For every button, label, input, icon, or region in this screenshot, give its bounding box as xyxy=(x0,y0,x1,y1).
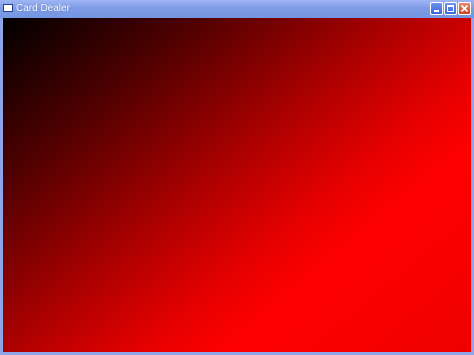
minimize-icon xyxy=(434,10,439,12)
close-icon xyxy=(460,4,469,13)
maximize-button[interactable] xyxy=(444,2,457,15)
window-app-icon[interactable] xyxy=(3,4,13,12)
game-canvas[interactable] xyxy=(3,18,471,352)
window-title: Card Dealer xyxy=(16,3,70,14)
minimize-button[interactable] xyxy=(430,2,443,15)
maximize-icon xyxy=(447,5,454,12)
title-bar[interactable]: Card Dealer xyxy=(0,0,474,18)
close-button[interactable] xyxy=(458,2,471,15)
card-dealer-window: Card Dealer xyxy=(0,0,474,355)
